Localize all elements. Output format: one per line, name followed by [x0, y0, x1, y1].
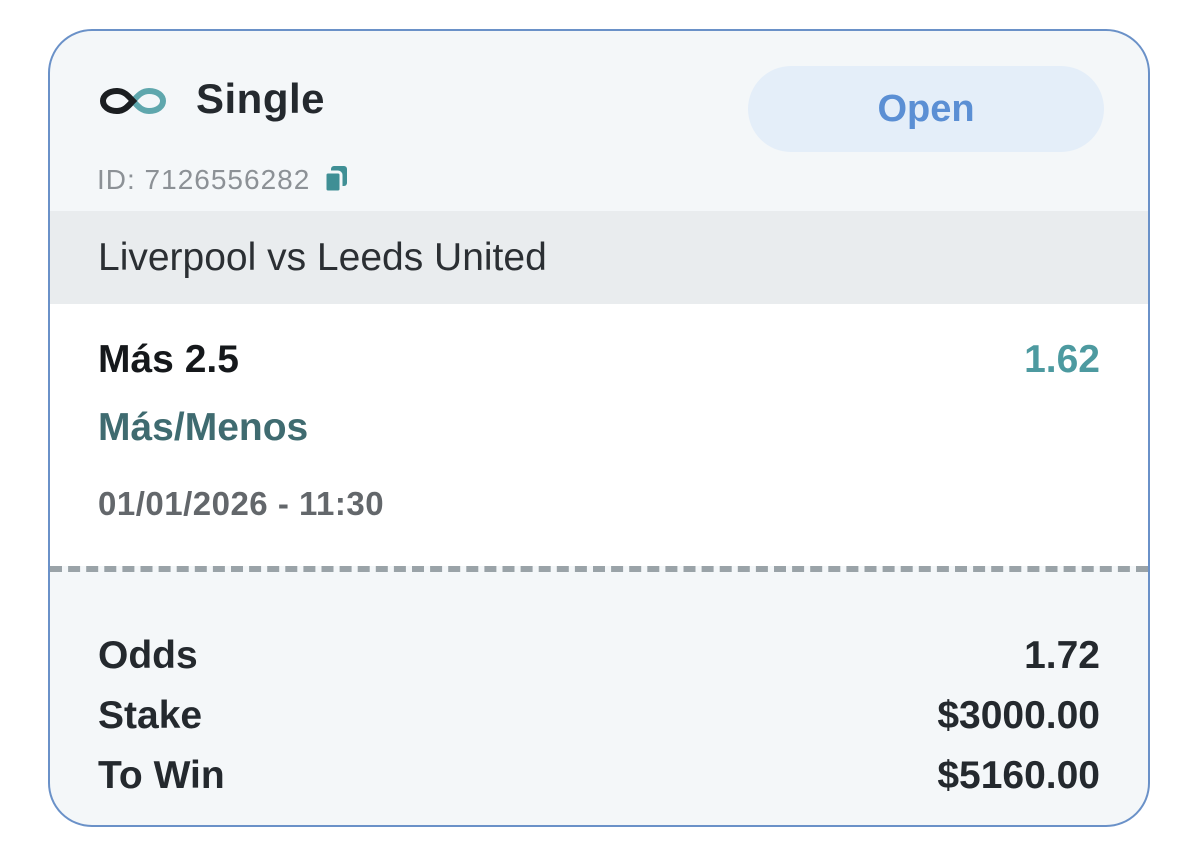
event-datetime: 01/01/2026 - 11:30 [98, 485, 385, 522]
odds-value: 1.72 [1024, 634, 1100, 677]
to-win-value: $5160.00 [937, 754, 1100, 797]
status-badge[interactable]: Open [748, 66, 1104, 152]
selection-panel: Más 2.5 1.62 Más/Menos 01/01/2026 - 11:3… [50, 304, 1148, 566]
bet-type-label: Single [196, 75, 326, 122]
summary-row-stake: Stake $3000.00 [98, 686, 1100, 746]
odds-label: Odds [98, 634, 198, 677]
dashed-divider [50, 566, 1148, 572]
summary-row-to-win: To Win $5160.00 [98, 746, 1100, 806]
stake-value: $3000.00 [937, 694, 1100, 737]
infinity-link-icon [99, 87, 167, 115]
to-win-label: To Win [98, 754, 225, 797]
stake-label: Stake [98, 694, 203, 737]
bet-id: ID: 7126556282 [97, 164, 350, 196]
bet-slip-card[interactable]: Single Open ID: 7126556282 Liverpool vs … [48, 29, 1150, 827]
event-title: Liverpool vs Leeds United [98, 235, 547, 279]
event-bar[interactable]: Liverpool vs Leeds United [50, 211, 1148, 304]
bet-summary: Odds 1.72 Stake $3000.00 To Win $5160.00 [98, 626, 1100, 806]
summary-row-odds: Odds 1.72 [98, 626, 1100, 686]
selection-odds: 1.62 [1024, 338, 1100, 381]
bet-header: Single Open ID: 7126556282 [50, 31, 1148, 211]
copy-icon[interactable] [322, 164, 350, 196]
selection-pick: Más 2.5 [98, 338, 239, 381]
selection-market: Más/Menos [98, 406, 309, 449]
bet-id-text: ID: 7126556282 [97, 164, 311, 195]
